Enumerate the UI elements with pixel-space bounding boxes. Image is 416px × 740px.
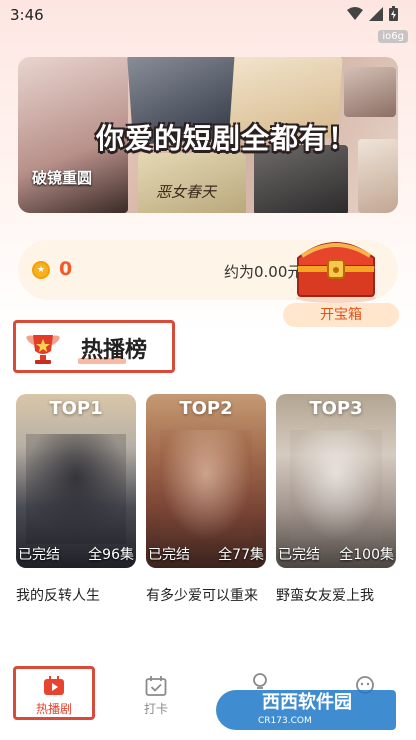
drama-card[interactable]: TOP3 已完结 全100集 <box>276 394 396 568</box>
status-label: 已完结 <box>148 547 190 563</box>
episode-count: 全96集 <box>88 547 134 563</box>
episode-count: 全77集 <box>218 547 264 563</box>
watermark-url: CR173.COM <box>258 716 312 726</box>
hot-list-heading: 热播榜 <box>13 320 175 373</box>
drama-title[interactable]: 我的反转人生 <box>16 585 138 605</box>
drama-card[interactable]: TOP2 已完结 全77集 <box>146 394 266 568</box>
status-bar: 3:46 <box>0 0 416 30</box>
nav-item-hot-dramas[interactable]: 热播剧 <box>22 676 86 717</box>
calendar-check-icon <box>145 676 167 696</box>
poster-image <box>160 430 252 540</box>
rank-label: TOP1 <box>49 398 103 419</box>
promo-banner[interactable]: 你爱的短剧全都有！ 破镜重圆 恶女春天 <box>18 57 398 213</box>
poster-image <box>344 67 396 117</box>
nav-item-checkin[interactable]: 打卡 <box>128 676 184 717</box>
coin-balance: 0 <box>59 258 73 280</box>
treasure-chest-icon[interactable] <box>288 228 384 304</box>
coin-icon: ★ <box>32 261 50 279</box>
status-icons <box>347 6 398 21</box>
banner-title: 你爱的短剧全都有！ <box>96 122 358 155</box>
debug-badge: io6g <box>378 30 408 43</box>
status-time: 3:46 <box>10 6 44 24</box>
nav-label: 打卡 <box>143 702 168 716</box>
drama-title[interactable]: 有多少爱可以重来 <box>146 585 266 605</box>
episode-count: 全100集 <box>339 547 394 563</box>
poster-image <box>358 139 398 213</box>
poster-image <box>26 434 126 544</box>
trophy-icon <box>26 335 60 364</box>
banner-drama-name: 破镜重圆 <box>32 169 93 187</box>
signal-icon <box>369 6 383 21</box>
drama-card[interactable]: TOP1 已完结 全96集 <box>16 394 136 568</box>
play-tv-icon <box>44 676 64 695</box>
rank-label: TOP2 <box>179 398 233 419</box>
banner-drama-name: 恶女春天 <box>156 183 217 201</box>
drama-title[interactable]: 野蛮女友爱上我 <box>276 585 398 605</box>
rank-label: TOP3 <box>309 398 363 419</box>
battery-icon <box>389 6 398 21</box>
poster-image <box>290 430 382 540</box>
status-label: 已完结 <box>18 547 60 563</box>
lightbulb-icon[interactable] <box>250 672 270 692</box>
wifi-icon <box>347 6 363 20</box>
nav-label: 热播剧 <box>35 702 72 716</box>
status-label: 已完结 <box>278 547 320 563</box>
open-chest-button[interactable]: 开宝箱 <box>283 303 399 327</box>
hot-list-title: 热播榜 <box>81 338 148 363</box>
watermark-text: 西西软件园 <box>262 692 352 713</box>
